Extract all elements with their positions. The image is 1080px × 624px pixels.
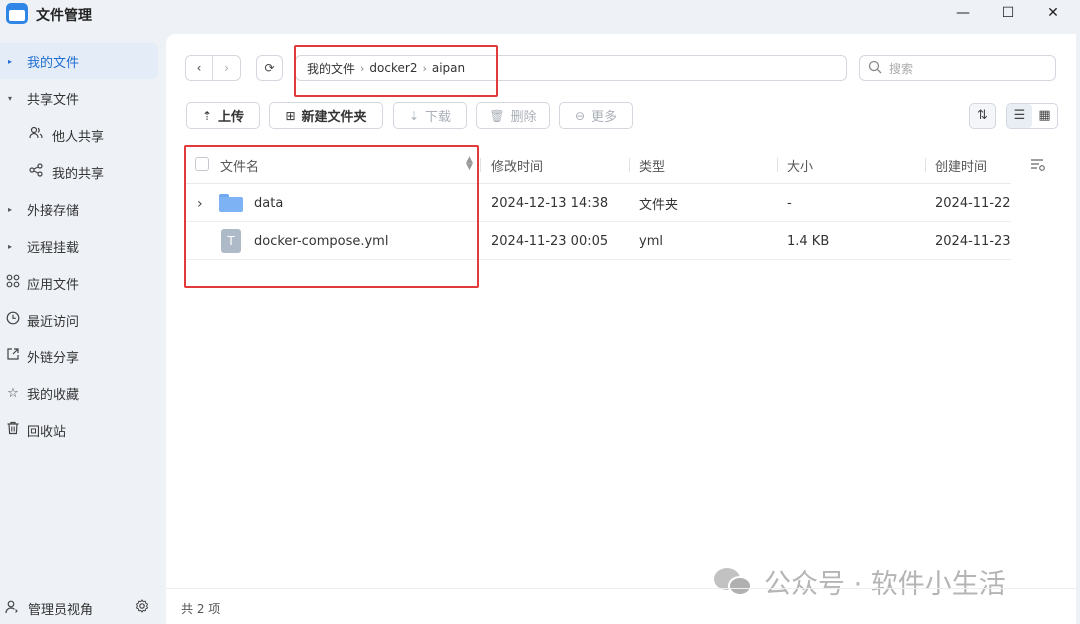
admin-view-label: 管理员视角 [28, 603, 94, 618]
new-folder-button[interactable]: ⊞ 新建文件夹 [269, 102, 383, 129]
more-icon: ⊖ [574, 108, 586, 123]
share-icon [28, 163, 44, 181]
more-button[interactable]: ⊖ 更多 [559, 102, 633, 129]
chevron-right-icon: › [224, 61, 229, 75]
sidebar-item-my-files[interactable]: ▸ 我的文件 [0, 43, 158, 79]
sidebar-item-app-files[interactable]: 应用文件 [0, 265, 158, 301]
item-count: 共 2 项 [181, 602, 221, 616]
sidebar-item-label: 远程挂载 [27, 240, 80, 256]
apps-icon [5, 274, 21, 292]
sidebar-item-label: 外链分享 [27, 350, 80, 366]
sort-button[interactable]: ⇅ [969, 103, 996, 129]
link-share-icon [5, 347, 21, 365]
watermark: 公众号 · 软件小生活 [714, 562, 1006, 601]
modified-time: 2024-11-23 00:05 [491, 234, 609, 249]
sidebar: ▸ 我的文件 ▾ 共享文件 他人共享 我的共享 ▸ 外接存储 ▸ 远程挂载 应用… [0, 36, 166, 624]
caret-right-icon: ▸ [8, 204, 13, 214]
new-folder-label: 新建文件夹 [301, 110, 367, 125]
close-button[interactable]: ✕ [1039, 2, 1067, 24]
grid-view-button[interactable]: ▦ [1032, 104, 1057, 128]
sidebar-item-shared-with-me[interactable]: 他人共享 [0, 117, 158, 153]
column-header-type[interactable]: 类型 [639, 146, 665, 184]
window-title: 文件管理 [36, 8, 92, 24]
download-label: 下载 [425, 110, 452, 125]
gear-icon[interactable] [135, 599, 149, 617]
upload-label: 上传 [218, 110, 245, 125]
grid-icon: ▦ [1038, 108, 1051, 123]
sidebar-item-label: 我的文件 [27, 55, 80, 71]
upload-button[interactable]: ⇡ 上传 [186, 102, 260, 129]
sidebar-item-external-storage[interactable]: ▸ 外接存储 [0, 191, 158, 227]
column-header-created[interactable]: 创建时间 [935, 146, 987, 184]
sidebar-item-label: 外接存储 [27, 203, 80, 219]
watermark-text: 公众号 · 软件小生活 [764, 569, 1006, 600]
sidebar-item-link-shares[interactable]: 外链分享 [0, 338, 158, 374]
download-icon: ⇣ [408, 108, 420, 123]
highlight-box [294, 45, 498, 97]
back-button[interactable]: ‹ [186, 56, 213, 80]
more-label: 更多 [591, 110, 618, 125]
created-time: 2024-11-23 [935, 234, 1011, 249]
sidebar-item-favorites[interactable]: ☆ 我的收藏 [0, 375, 158, 411]
file-size: 1.4 KB [787, 234, 830, 249]
list-view-button[interactable]: ☰ [1007, 104, 1032, 128]
sidebar-item-label: 共享文件 [27, 92, 80, 108]
column-divider[interactable] [925, 158, 926, 172]
admin-view-switch[interactable]: 管理员视角 [0, 596, 166, 620]
sidebar-item-label: 应用文件 [27, 277, 80, 293]
maximize-button[interactable]: ☐ [994, 2, 1022, 24]
refresh-button[interactable]: ⟳ [256, 55, 283, 81]
delete-button[interactable]: 🗑 删除 [476, 102, 550, 129]
caret-right-icon: ▸ [8, 56, 13, 66]
sidebar-item-label: 他人共享 [52, 129, 105, 145]
list-icon: ☰ [1013, 108, 1026, 123]
trash-icon [5, 421, 21, 439]
download-button[interactable]: ⇣ 下载 [393, 102, 467, 129]
column-header-modified[interactable]: 修改时间 [491, 146, 543, 184]
sidebar-item-label: 我的共享 [52, 166, 105, 182]
sidebar-item-my-shares[interactable]: 我的共享 [0, 154, 158, 190]
delete-label: 删除 [510, 110, 537, 125]
file-browser-panel: ‹ › ⟳ 我的文件 › docker2 › aipan 搜索 ⇡ 上传 ⊞ 新… [166, 34, 1076, 624]
star-icon: ☆ [7, 385, 19, 401]
column-divider[interactable] [480, 158, 481, 172]
column-settings-icon[interactable] [1030, 158, 1046, 176]
new-folder-icon: ⊞ [285, 108, 296, 123]
trash-icon: 🗑 [489, 108, 505, 123]
file-manager-app-icon [6, 3, 28, 24]
sidebar-item-label: 最近访问 [27, 314, 80, 330]
title-bar: 文件管理 — ☐ ✕ [0, 0, 1080, 28]
upload-icon: ⇡ [201, 108, 213, 123]
user-icon [5, 600, 19, 618]
clock-icon [5, 311, 21, 329]
chevron-left-icon: ‹ [196, 61, 202, 75]
search-icon [868, 60, 882, 77]
sidebar-item-shared-files[interactable]: ▾ 共享文件 [0, 80, 158, 116]
sidebar-item-remote-mount[interactable]: ▸ 远程挂载 [0, 228, 158, 264]
column-divider[interactable] [629, 158, 630, 172]
column-divider[interactable] [777, 158, 778, 172]
sidebar-item-label: 我的收藏 [27, 387, 80, 403]
file-type: 文件夹 [639, 198, 679, 213]
minimize-button[interactable]: — [949, 2, 977, 24]
people-icon [28, 126, 44, 144]
sidebar-item-recent[interactable]: 最近访问 [0, 302, 158, 338]
wechat-icon [714, 566, 754, 598]
highlight-box [184, 145, 479, 288]
sort-icon: ⇅ [977, 108, 988, 123]
column-header-size[interactable]: 大小 [787, 146, 813, 184]
search-placeholder: 搜索 [889, 61, 914, 76]
sidebar-item-label: 回收站 [27, 424, 67, 440]
caret-right-icon: ▸ [8, 241, 13, 251]
refresh-icon: ⟳ [264, 61, 275, 75]
created-time: 2024-11-22 [935, 196, 1011, 211]
modified-time: 2024-12-13 14:38 [491, 196, 609, 211]
file-type: yml [639, 234, 663, 249]
search-input[interactable]: 搜索 [859, 55, 1056, 81]
forward-button[interactable]: › [213, 56, 240, 80]
caret-down-icon: ▾ [8, 93, 13, 103]
status-divider [166, 588, 1076, 589]
file-size: - [787, 196, 792, 211]
sidebar-item-recycle-bin[interactable]: 回收站 [0, 412, 158, 448]
